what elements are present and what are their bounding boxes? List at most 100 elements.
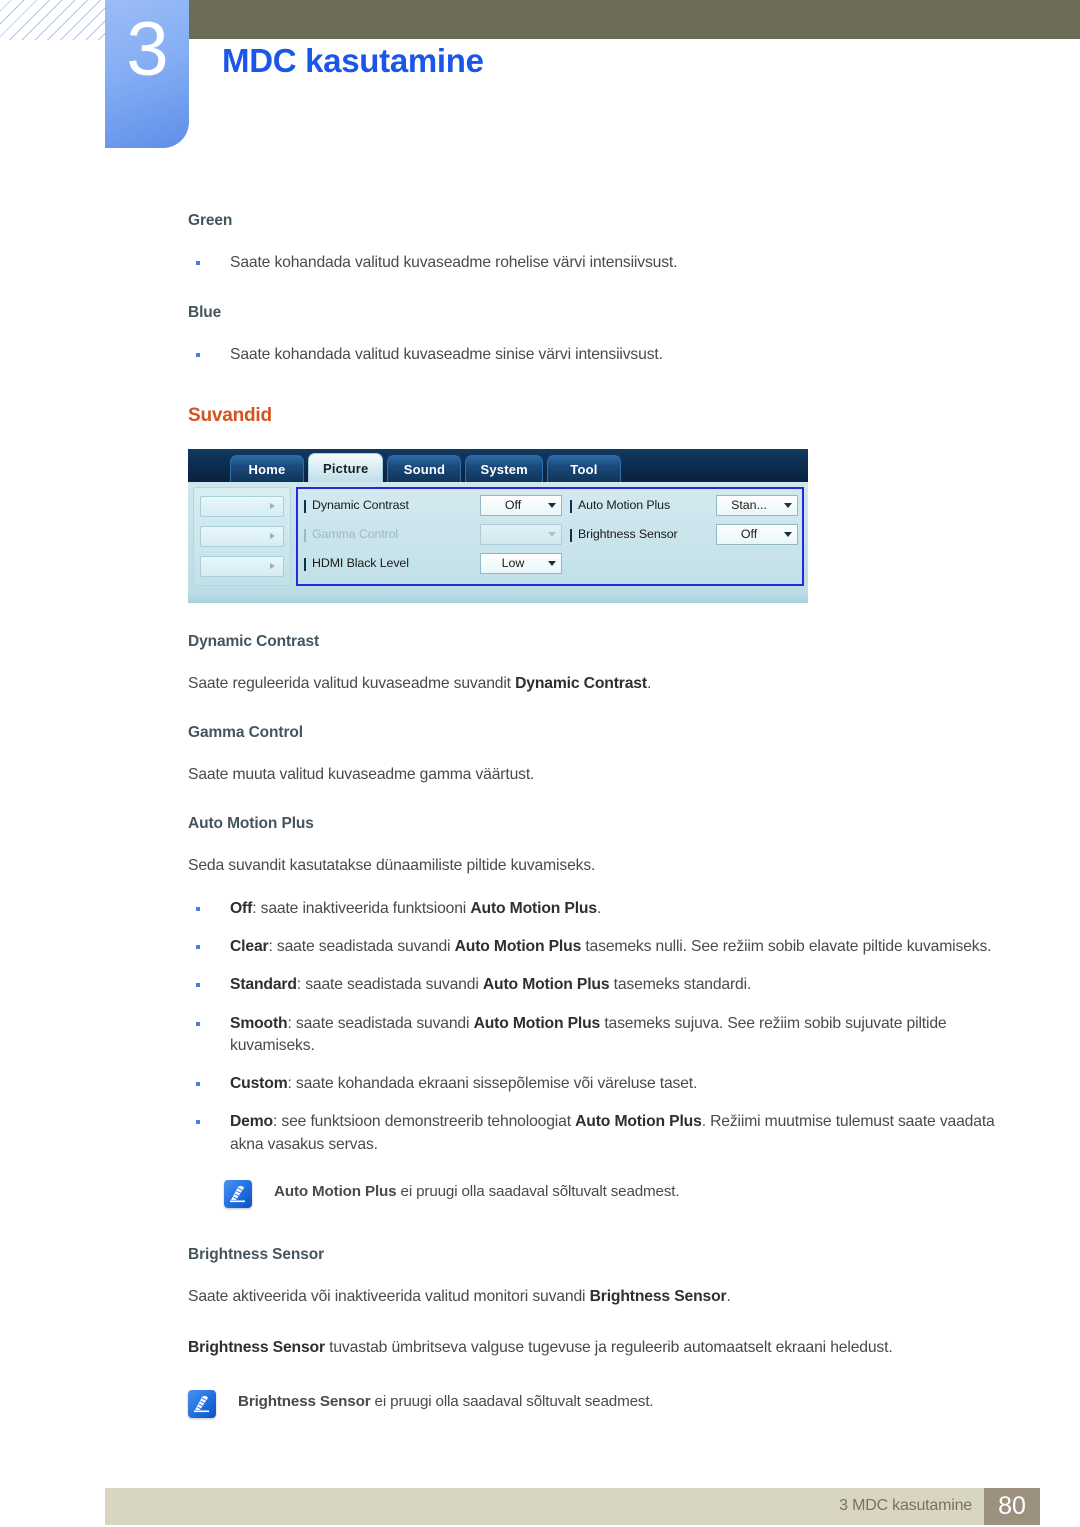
setting-label: Dynamic Contrast: [304, 498, 480, 514]
dropdown-hdmi-black-level[interactable]: Low: [480, 552, 562, 574]
mdc-tab-bar: Home Picture Sound System Tool: [188, 448, 808, 482]
note-pen-icon: [188, 1390, 216, 1419]
option-term: Off: [230, 899, 253, 917]
header-olive-bar: [188, 0, 1080, 39]
mdc-left-stub-3[interactable]: [200, 555, 284, 577]
text-pre: : see funktsioon demonstreerib tehnoloog…: [273, 1113, 576, 1131]
dropdown-value: Off: [504, 498, 522, 513]
list-item: Clear: saate seadistada suvandi Auto Mot…: [188, 936, 1018, 958]
green-bullet-list: Saate kohandada valitud kuvaseadme rohel…: [188, 252, 1018, 274]
paragraph-brightness-sensor-2: Brightness Sensor tuvastab ümbritseva va…: [188, 1337, 1018, 1358]
setting-gamma-control: Gamma Control: [304, 523, 562, 545]
tab-home[interactable]: Home: [230, 454, 304, 482]
text-post: .: [726, 1288, 731, 1306]
text-bold: Auto Motion Plus: [575, 1113, 702, 1131]
dropdown-value: Off: [740, 527, 758, 542]
dropdown-auto-motion-plus[interactable]: Stan...: [716, 494, 798, 516]
mdc-app-screenshot: Home Picture Sound System Tool Dynamic C…: [188, 448, 808, 603]
footer-bar: 3 MDC kasutamine 80: [105, 1488, 1040, 1525]
mdc-settings-column-left: Dynamic Contrast Off Gamma Control HDMI …: [304, 494, 562, 580]
text-pre: : saate seadistada suvandi: [287, 1014, 474, 1032]
note-text: Auto Motion Plus ei pruugi olla saadaval…: [188, 1178, 1018, 1203]
note-pen-icon: [224, 1180, 252, 1209]
dropdown-brightness-sensor[interactable]: Off: [716, 523, 798, 545]
chevron-down-icon: [548, 502, 556, 508]
text-pre: Saate aktiveerida või inaktiveerida vali…: [188, 1288, 590, 1306]
heading-dynamic-contrast: Dynamic Contrast: [188, 632, 320, 650]
heading-blue: Blue: [188, 304, 222, 322]
text-post: .: [596, 899, 602, 917]
bullet-text: Saate kohandada valitud kuvaseadme rohel…: [230, 254, 678, 271]
page-number: 80: [984, 1488, 1040, 1525]
text-bold: Brightness Sensor: [188, 1339, 325, 1357]
text-pre: Saate reguleerida valitud kuvaseadme suv…: [188, 674, 516, 692]
heading-brightness-sensor: Brightness Sensor: [188, 1246, 325, 1264]
tab-sound[interactable]: Sound: [387, 454, 462, 482]
text-bold: Brightness Sensor: [589, 1288, 727, 1306]
heading-suvandid: Suvandid: [188, 404, 272, 426]
dropdown-dynamic-contrast[interactable]: Off: [480, 494, 562, 516]
note-body: ei pruugi olla saadaval sõltuvalt seadme…: [370, 1393, 654, 1411]
paragraph-auto-motion-plus: Seda suvandit kasutatakse dünaamiliste p…: [188, 856, 596, 874]
text-post: .: [646, 674, 652, 692]
list-item: Standard: saate seadistada suvandi Auto …: [188, 974, 1018, 996]
text-post: tasemeks standardi.: [609, 976, 752, 994]
setting-label: HDMI Black Level: [304, 556, 480, 572]
blue-bullet-list: Saate kohandada valitud kuvaseadme sinis…: [188, 344, 1018, 366]
text-bold: Dynamic Contrast: [515, 674, 647, 692]
page-content: Green Saate kohandada valitud kuvaseadme…: [188, 212, 1018, 1419]
setting-label: Auto Motion Plus: [570, 498, 716, 514]
chapter-title: MDC kasutamine: [222, 42, 484, 79]
header-hatch-decoration: [0, 0, 112, 40]
auto-motion-plus-options-list: Off: saate inaktiveerida funktsiooni Aut…: [188, 898, 1018, 1156]
text-pre: : saate kohandada ekraani sissepõlemise …: [287, 1075, 698, 1093]
text-pre: : saate seadistada suvandi: [268, 937, 455, 955]
setting-auto-motion-plus: Auto Motion Plus Stan...: [570, 494, 798, 516]
bullet-text: Saate kohandada valitud kuvaseadme sinis…: [230, 346, 663, 364]
list-item: Off: saate inaktiveerida funktsiooni Aut…: [188, 898, 1018, 920]
setting-hdmi-black-level: HDMI Black Level Low: [304, 552, 562, 574]
chevron-down-icon: [548, 531, 556, 537]
option-term: Custom: [230, 1075, 288, 1093]
dropdown-value: Low: [501, 556, 525, 571]
tab-tool[interactable]: Tool: [546, 454, 621, 482]
text-post: tuvastab ümbritseva valguse tugevuse ja …: [324, 1339, 893, 1357]
setting-label: Gamma Control: [304, 527, 480, 543]
list-item: Smooth: saate seadistada suvandi Auto Mo…: [188, 1013, 1018, 1058]
heading-green: Green: [188, 212, 233, 229]
tab-system[interactable]: System: [465, 454, 543, 482]
setting-dynamic-contrast: Dynamic Contrast Off: [304, 494, 562, 516]
chevron-down-icon: [784, 531, 792, 537]
text-bold: Auto Motion Plus: [454, 937, 582, 955]
tab-picture[interactable]: Picture: [308, 452, 384, 482]
text-bold: Auto Motion Plus: [482, 976, 610, 994]
note-bold: Auto Motion Plus: [274, 1183, 397, 1201]
mdc-left-stub-1[interactable]: [200, 495, 284, 517]
setting-label: Brightness Sensor: [570, 527, 716, 543]
paragraph-brightness-sensor-1: Saate aktiveerida või inaktiveerida vali…: [188, 1286, 1018, 1307]
chapter-number: 3: [126, 7, 168, 92]
text-post: tasemeks nulli. See režiim sobib elavate…: [581, 937, 992, 955]
setting-brightness-sensor: Brightness Sensor Off: [570, 523, 798, 545]
chevron-down-icon: [784, 502, 792, 508]
paragraph-dynamic-contrast: Saate reguleerida valitud kuvaseadme suv…: [188, 673, 1018, 694]
list-item: Saate kohandada valitud kuvaseadme sinis…: [188, 344, 1018, 366]
option-term: Demo: [230, 1113, 273, 1131]
text-bold: Auto Motion Plus: [470, 899, 597, 917]
heading-auto-motion-plus: Auto Motion Plus: [188, 814, 314, 832]
note-auto-motion-plus: Auto Motion Plus ei pruugi olla saadaval…: [188, 1178, 1018, 1209]
mdc-body: Dynamic Contrast Off Gamma Control HDMI …: [188, 481, 808, 592]
option-term: Standard: [230, 976, 297, 994]
dropdown-gamma-control: [480, 523, 562, 545]
list-item: Demo: see funktsioon demonstreerib tehno…: [188, 1111, 1018, 1156]
text-pre: : saate seadistada suvandi: [296, 976, 483, 994]
mdc-picture-settings-panel: Dynamic Contrast Off Gamma Control HDMI …: [296, 486, 804, 586]
mdc-left-stub-2[interactable]: [200, 525, 284, 547]
chevron-down-icon: [548, 560, 556, 566]
footer-chapter-label: 3 MDC kasutamine: [839, 1497, 972, 1514]
list-item: Saate kohandada valitud kuvaseadme rohel…: [188, 252, 1018, 274]
dropdown-value: Stan...: [731, 498, 767, 513]
list-item: Custom: saate kohandada ekraani sissepõl…: [188, 1073, 1018, 1095]
chapter-number-block: 3: [105, 0, 189, 148]
mdc-left-panel: [193, 486, 291, 586]
